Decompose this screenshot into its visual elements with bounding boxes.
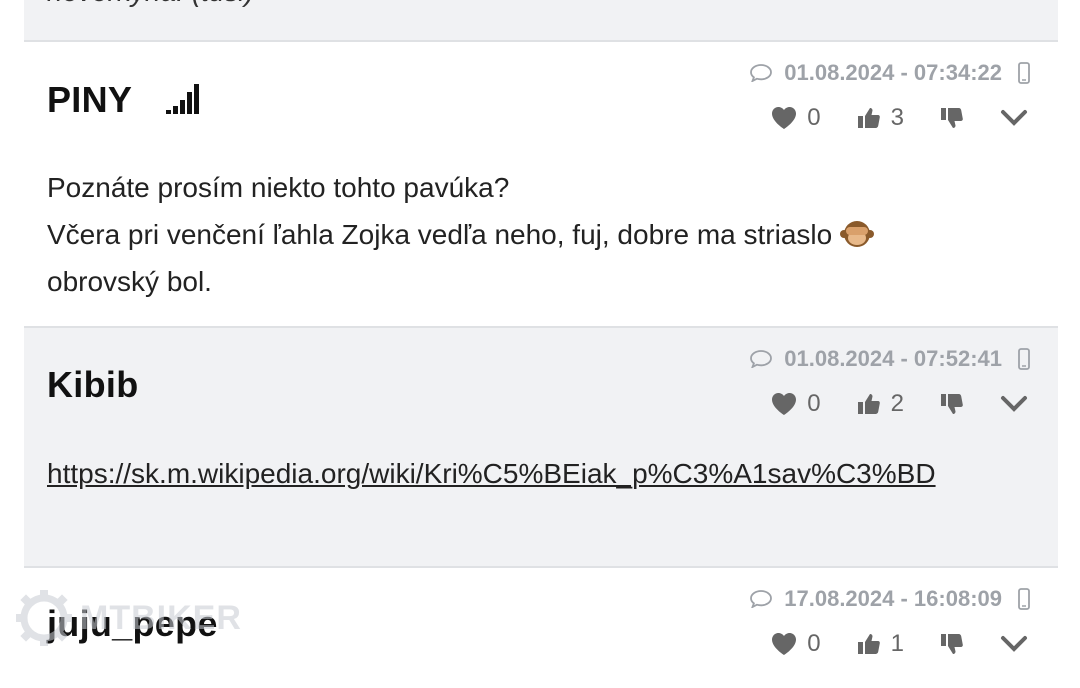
heart-button[interactable]: 0 bbox=[771, 104, 821, 132]
watermark-text: MTBIKER bbox=[80, 598, 242, 637]
monkey-emoji-icon bbox=[840, 221, 875, 247]
thumbs-up-icon bbox=[857, 394, 880, 414]
heart-icon bbox=[772, 107, 797, 129]
comment-line-with-emoji: Včera pri venčení ľahla Zojka vedľa neho… bbox=[47, 211, 876, 258]
comment-bubble-icon[interactable] bbox=[750, 64, 773, 82]
expand-button[interactable] bbox=[1000, 635, 1028, 653]
heart-button[interactable]: 0 bbox=[771, 390, 821, 418]
comment-meta: 01.08.2024 - 07:52:41 bbox=[750, 346, 1030, 372]
comment-line: obrovský bol. bbox=[47, 266, 212, 297]
signal-bars-icon bbox=[164, 82, 204, 114]
mobile-phone-icon bbox=[1018, 62, 1030, 84]
comment-actions: 0 1 bbox=[771, 630, 1028, 658]
comment-bubble-icon[interactable] bbox=[750, 590, 773, 608]
previous-comment: novorkyna. (tusi) bbox=[24, 0, 1058, 42]
like-button[interactable]: 1 bbox=[857, 630, 904, 658]
mobile-phone-icon bbox=[1018, 348, 1030, 370]
comment-timestamp: 17.08.2024 - 16:08:09 bbox=[784, 586, 1002, 611]
comment-actions: 0 2 bbox=[771, 390, 1028, 418]
previous-comment-text: novorkyna. (tusi) bbox=[47, 0, 254, 8]
thumbs-down-icon bbox=[941, 394, 963, 414]
comment-author[interactable]: PINY bbox=[47, 79, 132, 121]
comment-item: Kibib 01.08.2024 - 07:52:41 0 2 https://… bbox=[24, 328, 1058, 568]
comment-timestamp: 01.08.2024 - 07:34:22 bbox=[784, 60, 1002, 85]
site-watermark: MTBIKER bbox=[14, 588, 242, 648]
comment-timestamp: 01.08.2024 - 07:52:41 bbox=[784, 346, 1002, 371]
comment-meta: 01.08.2024 - 07:34:22 bbox=[750, 60, 1030, 86]
dislike-button[interactable] bbox=[940, 106, 964, 130]
thumbs-up-icon bbox=[857, 634, 880, 654]
comment-actions: 0 3 bbox=[771, 104, 1028, 132]
heart-icon bbox=[772, 633, 797, 655]
heart-count: 0 bbox=[807, 104, 821, 131]
dislike-button[interactable] bbox=[940, 392, 964, 416]
like-button[interactable]: 2 bbox=[857, 390, 904, 418]
comment-body: Poznáte prosím niekto tohto pavúka? Včer… bbox=[47, 164, 876, 305]
heart-count: 0 bbox=[807, 630, 821, 657]
comment-body: https://sk.m.wikipedia.org/wiki/Kri%C5%B… bbox=[47, 450, 1037, 497]
heart-icon bbox=[772, 393, 797, 415]
expand-button[interactable] bbox=[1000, 109, 1028, 127]
chevron-down-icon bbox=[1001, 396, 1027, 412]
like-count: 3 bbox=[890, 104, 904, 131]
dislike-button[interactable] bbox=[940, 632, 964, 656]
comment-line: Poznáte prosím niekto tohto pavúka? bbox=[47, 172, 510, 203]
like-button[interactable]: 3 bbox=[857, 104, 904, 132]
heart-button[interactable]: 0 bbox=[771, 630, 821, 658]
comment-line: Včera pri venčení ľahla Zojka vedľa neho… bbox=[47, 219, 833, 250]
expand-button[interactable] bbox=[1000, 395, 1028, 413]
comment-link[interactable]: https://sk.m.wikipedia.org/wiki/Kri%C5%B… bbox=[47, 458, 936, 489]
comment-author[interactable]: Kibib bbox=[47, 364, 138, 406]
heart-count: 0 bbox=[807, 390, 821, 417]
comment-item: PINY 01.08.2024 - 07:34:22 0 3 Poznáte p… bbox=[24, 42, 1058, 328]
comment-meta: 17.08.2024 - 16:08:09 bbox=[750, 586, 1030, 612]
like-count: 1 bbox=[890, 630, 904, 657]
like-count: 2 bbox=[890, 390, 904, 417]
thumbs-up-icon bbox=[857, 108, 880, 128]
thumbs-down-icon bbox=[941, 108, 963, 128]
gear-logo-icon bbox=[16, 590, 72, 646]
mobile-phone-icon bbox=[1018, 588, 1030, 610]
thumbs-down-icon bbox=[941, 634, 963, 654]
comment-bubble-icon[interactable] bbox=[750, 350, 773, 368]
chevron-down-icon bbox=[1001, 110, 1027, 126]
chevron-down-icon bbox=[1001, 636, 1027, 652]
